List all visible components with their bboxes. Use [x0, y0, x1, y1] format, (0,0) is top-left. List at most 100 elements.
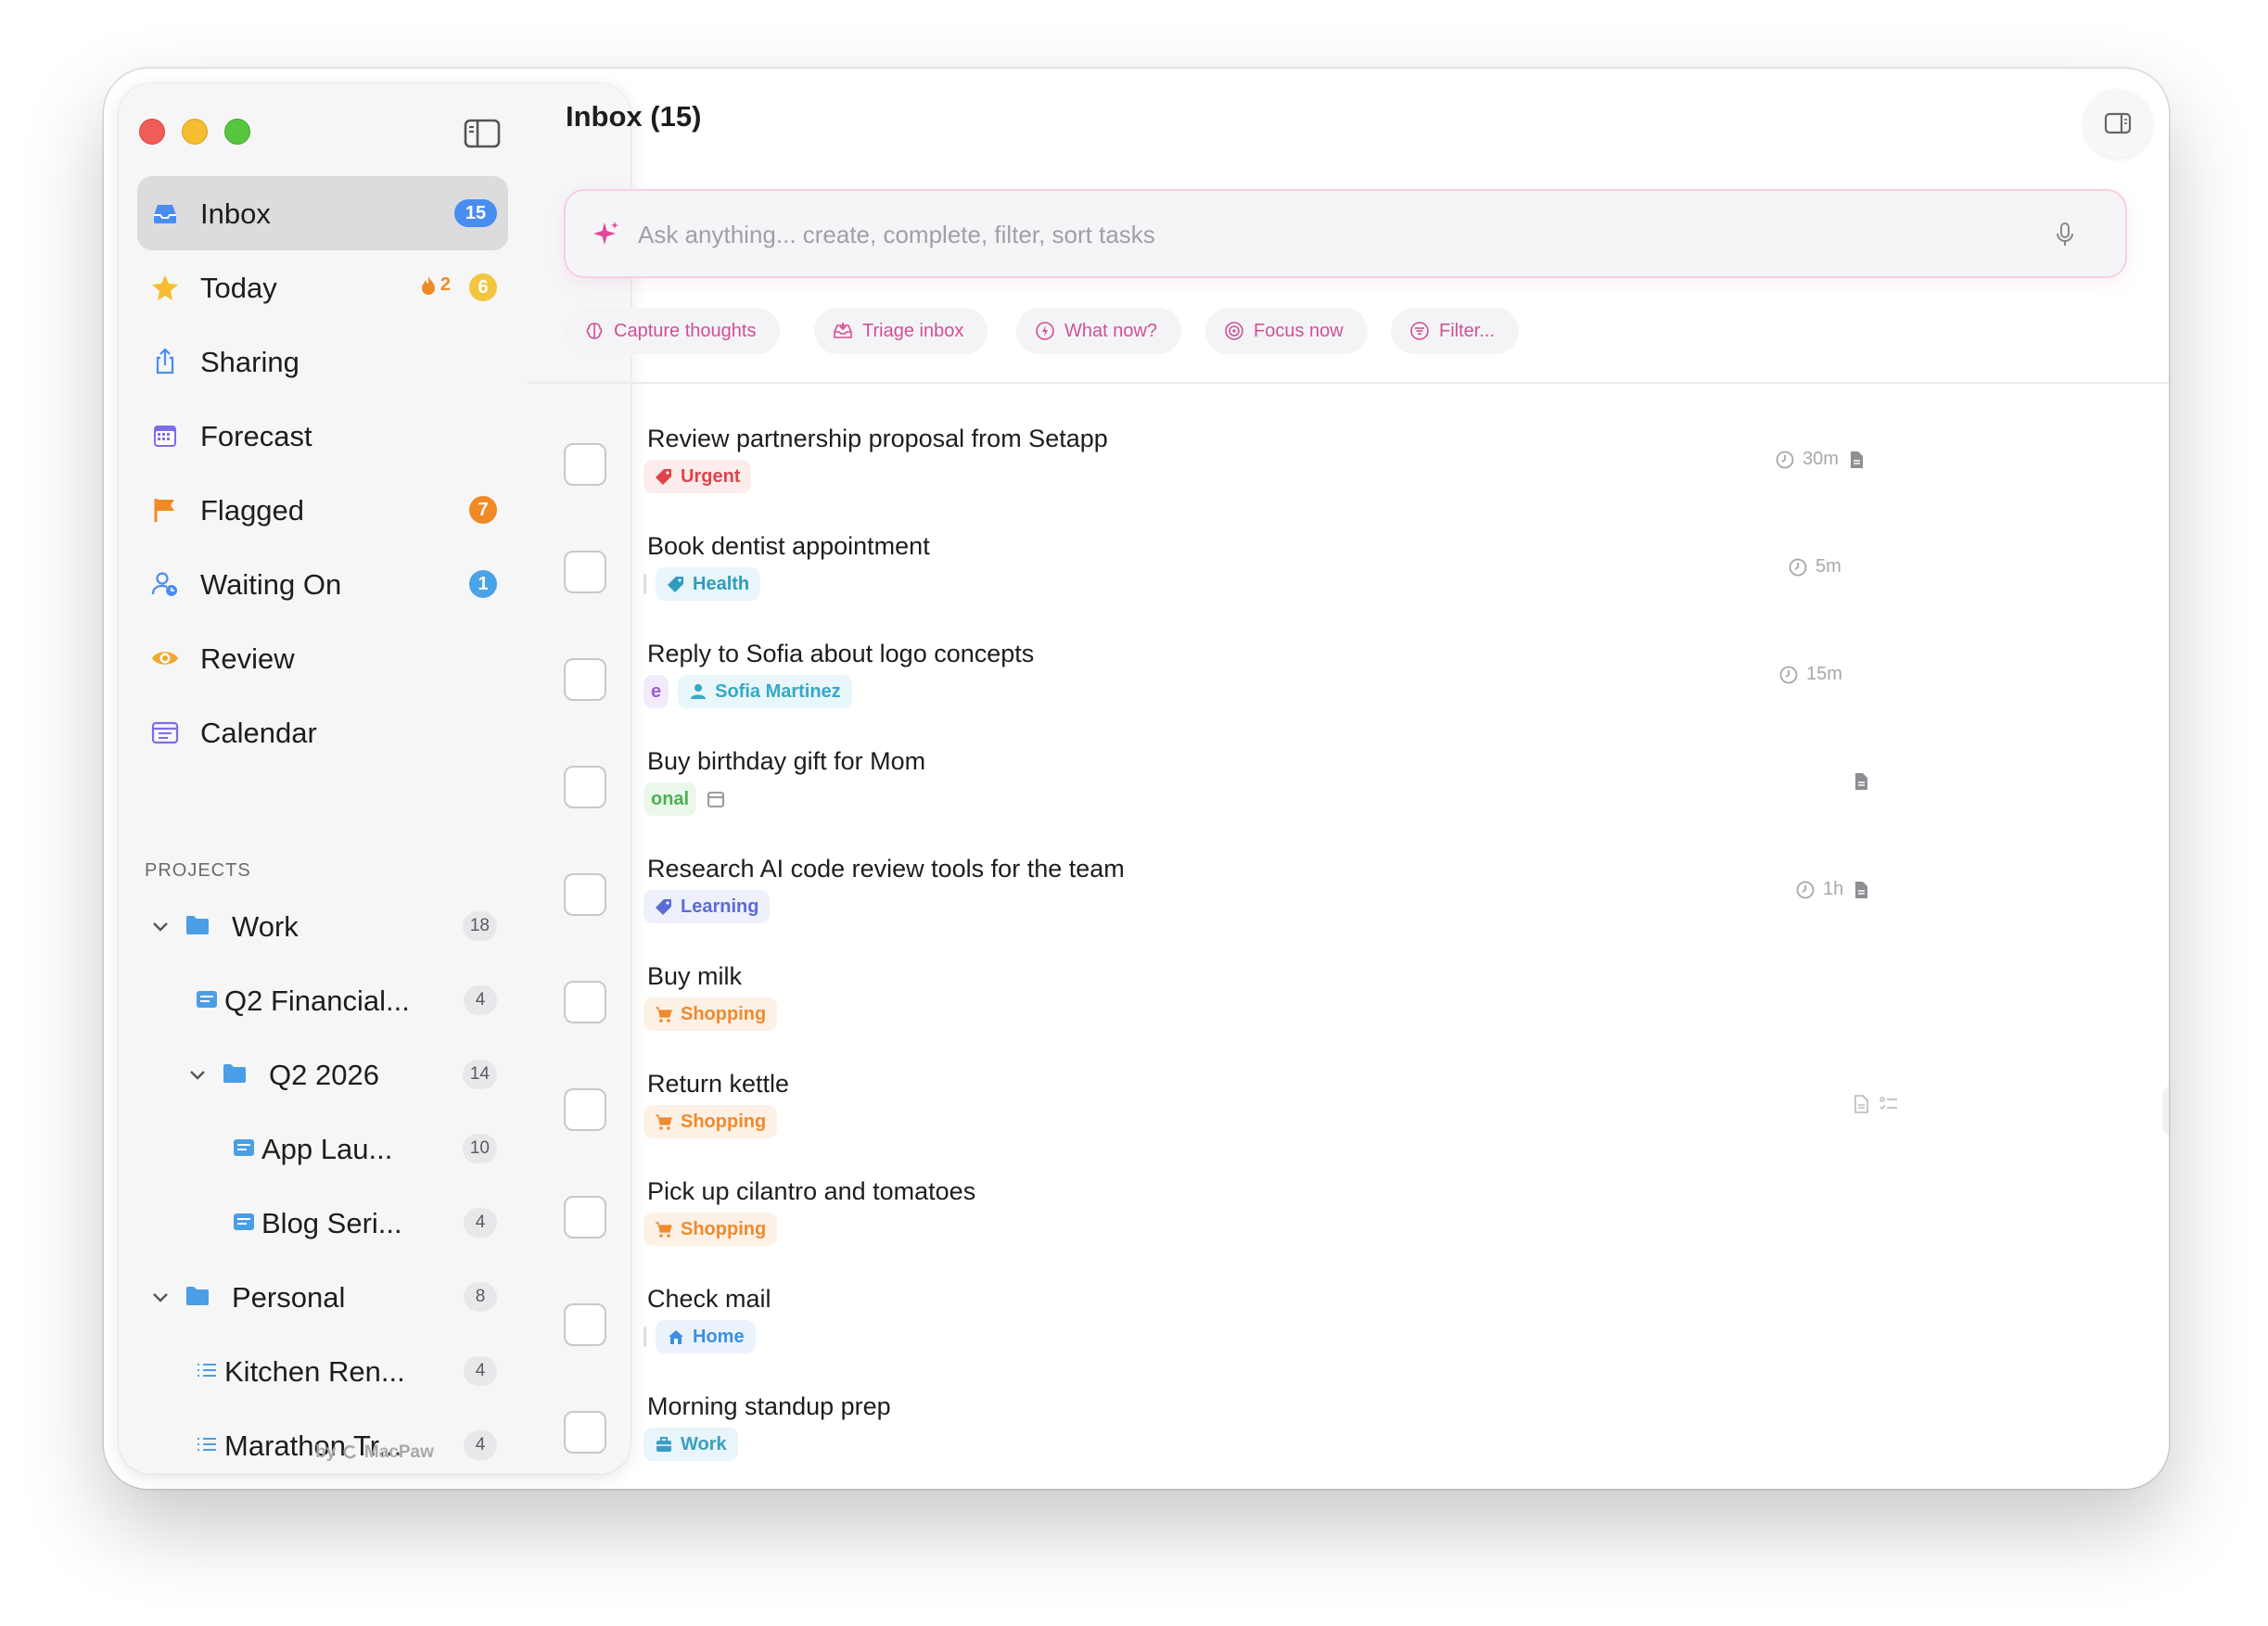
zoom-window-button[interactable] [224, 119, 250, 145]
microphone-icon[interactable] [2055, 221, 2075, 248]
task-checkbox[interactable] [564, 766, 606, 808]
task-meta: 30m [1775, 449, 1867, 470]
project-icon [197, 991, 217, 1008]
task-checkbox[interactable] [564, 1196, 606, 1239]
task-checkbox[interactable] [564, 1088, 606, 1131]
task-row[interactable]: Check mail Home [527, 1272, 2169, 1379]
task-checkbox[interactable] [564, 658, 606, 701]
sidebar-item-label: Sharing [200, 346, 299, 378]
project-item-kitchen-renovation[interactable]: Kitchen Ren... 4 [137, 1339, 508, 1405]
task-row[interactable]: Pick up cilantro and tomatoes Shopping [527, 1164, 2169, 1272]
task-title[interactable]: Morning standup prep [647, 1392, 891, 1421]
page-title: Inbox (15) [566, 100, 702, 133]
close-window-button[interactable] [139, 119, 165, 145]
task-title[interactable]: Buy milk [647, 962, 742, 991]
task-row[interactable]: Buy birthday gift for Mom onal [527, 734, 2169, 842]
tag-urgent[interactable]: Urgent [643, 460, 752, 493]
task-duration: 30m [1803, 449, 1839, 469]
task-checkbox[interactable] [564, 443, 606, 486]
task-row[interactable]: Morning standup prep Work [527, 1379, 2169, 1487]
project-folder-q2-2026[interactable]: Q2 2026 14 [137, 1042, 508, 1109]
sidebar-item-sharing[interactable]: Sharing [137, 324, 508, 399]
task-title[interactable]: Research AI code review tools for the te… [647, 855, 1125, 883]
project-folder-work[interactable]: Work 18 [137, 894, 508, 960]
sidebar-item-forecast[interactable]: Forecast [137, 399, 508, 473]
flag-button[interactable] [2162, 1085, 2169, 1137]
tag-home[interactable]: Home [656, 1320, 756, 1353]
project-item-q2-financial[interactable]: Q2 Financial... 4 [137, 968, 508, 1035]
task-meta: 15m [1778, 664, 1842, 685]
task-title[interactable]: Reply to Sofia about logo concepts [647, 640, 1034, 668]
task-checkbox[interactable] [564, 873, 606, 916]
chip-filter[interactable]: Filter... [1391, 308, 1520, 354]
chevron-down-icon[interactable] [150, 1287, 171, 1307]
task-checkbox[interactable] [564, 1303, 606, 1346]
tag-shopping[interactable]: Shopping [643, 1105, 778, 1138]
task-checkbox[interactable] [564, 551, 606, 593]
task-title[interactable]: Pick up cilantro and tomatoes [647, 1177, 975, 1206]
sidebar-item-waiting-on[interactable]: Waiting On 1 [137, 547, 508, 621]
task-title[interactable]: Buy birthday gift for Mom [647, 747, 925, 776]
task-meta [1851, 771, 1871, 792]
tag-shopping[interactable]: Shopping [643, 1213, 778, 1246]
tag-label: Urgent [681, 465, 741, 487]
chip-capture-thoughts[interactable]: Capture thoughts [566, 308, 781, 354]
sidebar-item-flagged[interactable]: Flagged 7 [137, 473, 508, 547]
sidebar-item-label: Review [200, 642, 295, 675]
tag-sofia-martinez[interactable]: Sofia Martinez [678, 675, 852, 708]
folder-icon [186, 1287, 209, 1305]
streak-count: 2 [440, 274, 451, 295]
task-title[interactable]: Return kettle [647, 1070, 789, 1099]
add-note-icon[interactable] [1851, 1094, 1871, 1114]
chip-label: Triage inbox [862, 320, 964, 341]
share-icon [156, 348, 174, 375]
task-row[interactable]: Reply to Sofia about logo concepts e Sof… [527, 627, 2169, 734]
add-checklist-icon[interactable] [1879, 1094, 1899, 1114]
tag-work[interactable]: Work [643, 1428, 738, 1461]
star-icon [152, 275, 178, 300]
task-checkbox[interactable] [564, 1411, 606, 1454]
task-checkbox[interactable] [564, 981, 606, 1023]
task-duration: 5m [1816, 556, 1841, 577]
inspector-toggle-button[interactable] [2083, 89, 2152, 158]
tag-health[interactable]: Health [656, 567, 761, 601]
sidebar-item-review[interactable]: Review [137, 621, 508, 695]
tag-partial[interactable]: e [643, 675, 669, 708]
task-row[interactable]: Book dentist appointment Health 5m [527, 519, 2169, 627]
sidebar-item-today[interactable]: Today 2 6 [137, 250, 508, 324]
project-item-blog-series[interactable]: Blog Seri... 4 [137, 1190, 508, 1257]
chip-what-now[interactable]: What now? [1016, 308, 1182, 354]
chevron-down-icon[interactable] [187, 1064, 208, 1085]
task-tags: Work [643, 1428, 738, 1461]
chip-focus-now[interactable]: Focus now [1205, 308, 1368, 354]
tag-partial[interactable]: onal [643, 782, 697, 816]
task-row[interactable]: Research AI code review tools for the te… [527, 842, 2169, 949]
sidebar-toggle-icon[interactable] [464, 119, 501, 148]
task-row[interactable]: Return kettle Shopping [527, 1057, 2169, 1164]
chevron-down-icon[interactable] [150, 916, 171, 936]
task-title[interactable]: Review partnership proposal from Setapp [647, 425, 1108, 453]
chip-triage-inbox[interactable]: Triage inbox [814, 308, 988, 354]
note-icon [1855, 881, 1868, 898]
minimize-window-button[interactable] [182, 119, 208, 145]
note-icon [1855, 773, 1867, 790]
tag-shopping[interactable]: Shopping [643, 997, 778, 1031]
ai-command-bar[interactable] [564, 189, 2127, 278]
task-row[interactable]: Review partnership proposal from Setapp … [527, 412, 2169, 519]
chip-label: Focus now [1254, 320, 1344, 341]
tag-learning[interactable]: Learning [643, 890, 771, 923]
ai-command-input[interactable] [638, 211, 2029, 258]
task-title[interactable]: Book dentist appointment [647, 532, 930, 561]
project-count: 4 [464, 985, 497, 1015]
tag-icon [656, 469, 671, 485]
project-folder-personal[interactable]: Personal 8 [137, 1264, 508, 1331]
project-label: App Lau... [261, 1133, 393, 1165]
project-count: 14 [462, 1060, 497, 1089]
brand-prefix: by [315, 1442, 337, 1462]
task-title[interactable]: Check mail [647, 1285, 771, 1314]
task-duration: 15m [1806, 664, 1842, 684]
task-row[interactable]: Buy milk Shopping [527, 949, 2169, 1057]
project-item-app-launch[interactable]: App Lau... 10 [137, 1116, 508, 1183]
sidebar-item-calendar[interactable]: Calendar [137, 695, 508, 769]
sidebar-item-inbox[interactable]: Inbox 15 [137, 176, 508, 250]
